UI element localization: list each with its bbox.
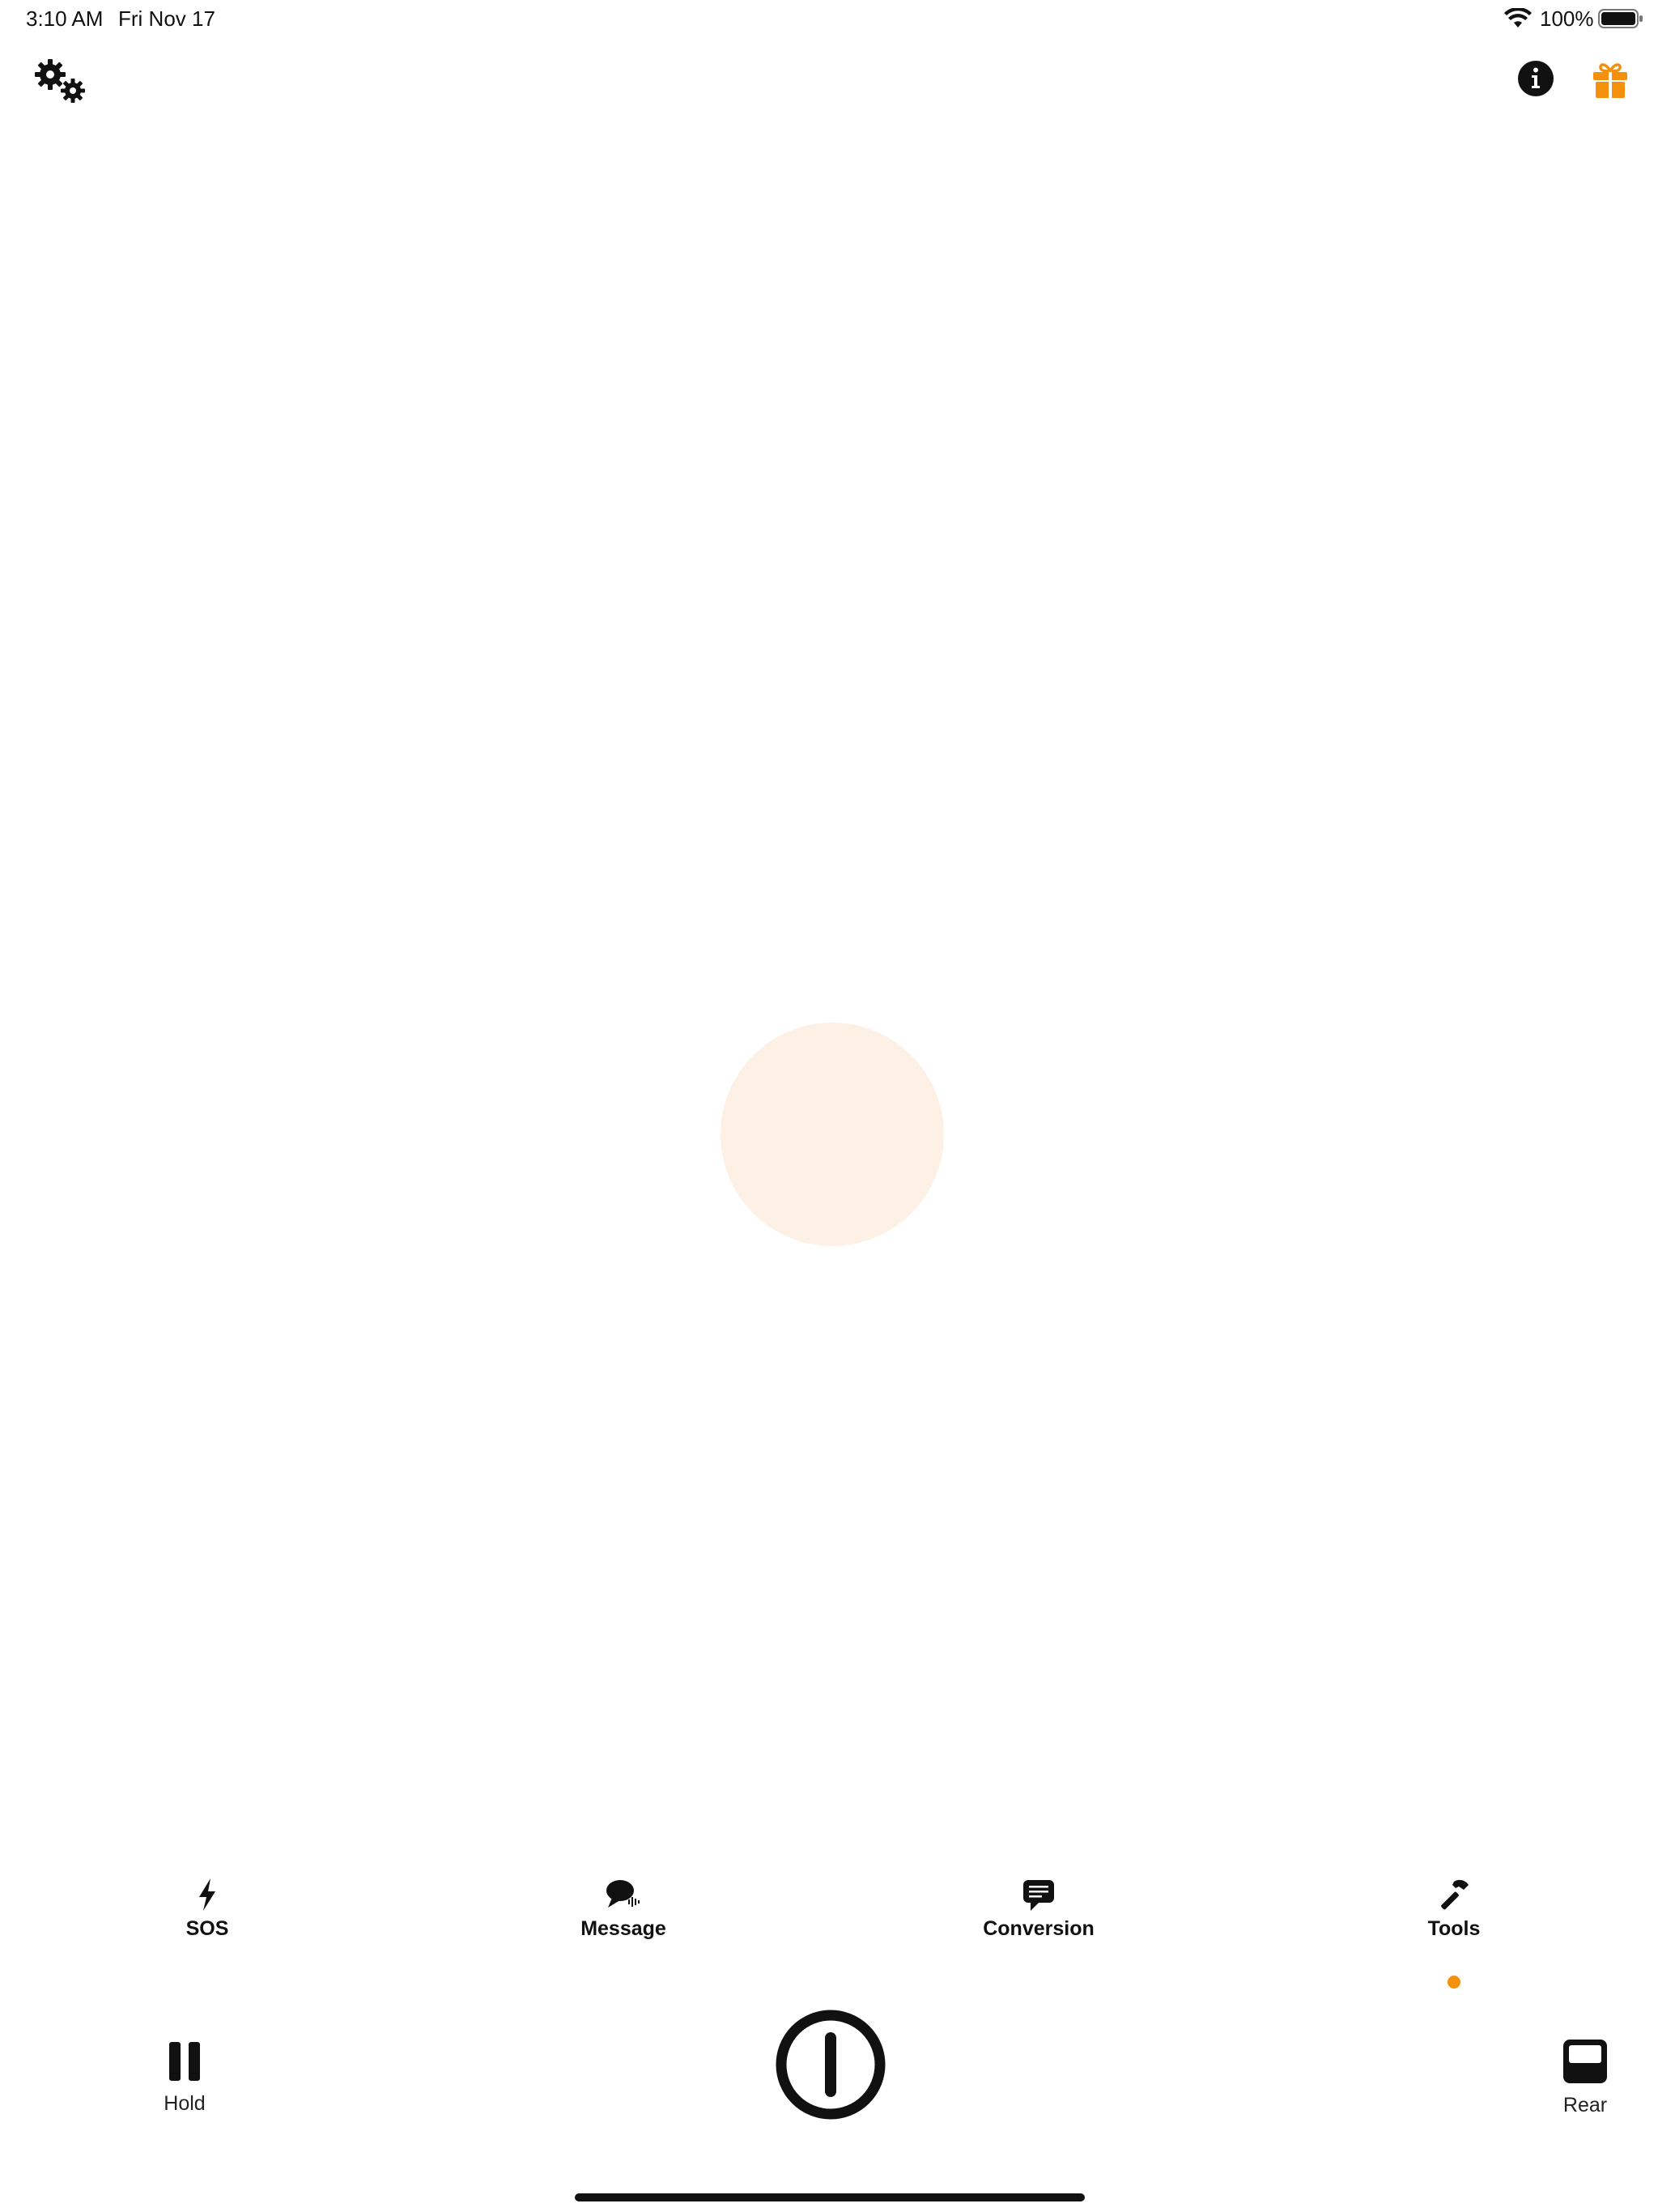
tab-message[interactable]: Message — [526, 1877, 721, 1966]
home-indicator[interactable] — [575, 2193, 1085, 2201]
status-time: 3:10 AM — [26, 6, 104, 31]
tab-label: SOS — [185, 1917, 229, 1940]
bolt-icon — [199, 1878, 215, 1911]
pause-icon — [169, 2042, 200, 2081]
active-tab-indicator — [1448, 1976, 1460, 1989]
status-date: Fri Nov 17 — [118, 6, 215, 31]
rear-label: Rear — [1562, 2094, 1608, 2116]
rear-camera-button[interactable]: Rear — [1537, 2039, 1634, 2139]
hammer-icon — [1441, 1879, 1469, 1910]
power-icon — [776, 2010, 886, 2120]
gift-icon[interactable] — [1592, 60, 1629, 99]
tab-label: Conversion — [983, 1917, 1095, 1940]
rear-light-icon — [1563, 2040, 1607, 2083]
message-lines-icon — [1023, 1880, 1054, 1911]
light-circle[interactable] — [721, 1023, 944, 1246]
wifi-icon — [1504, 8, 1532, 28]
power-button[interactable] — [774, 2008, 887, 2121]
tab-conversion[interactable]: Conversion — [942, 1877, 1136, 1966]
tab-sos[interactable]: SOS — [110, 1877, 304, 1966]
speech-bubble-icon — [606, 1880, 640, 1908]
tab-label: Message — [580, 1917, 666, 1940]
hold-button[interactable]: Hold — [136, 2040, 233, 2138]
tab-tools[interactable]: Tools — [1357, 1877, 1551, 1966]
gears-icon[interactable] — [32, 57, 89, 105]
battery-full-icon — [1598, 9, 1643, 28]
hold-label: Hold — [164, 2092, 206, 2115]
tab-label: Tools — [1427, 1917, 1481, 1940]
info-circle-icon[interactable] — [1517, 60, 1554, 97]
battery-percent: 100% — [1540, 6, 1594, 31]
